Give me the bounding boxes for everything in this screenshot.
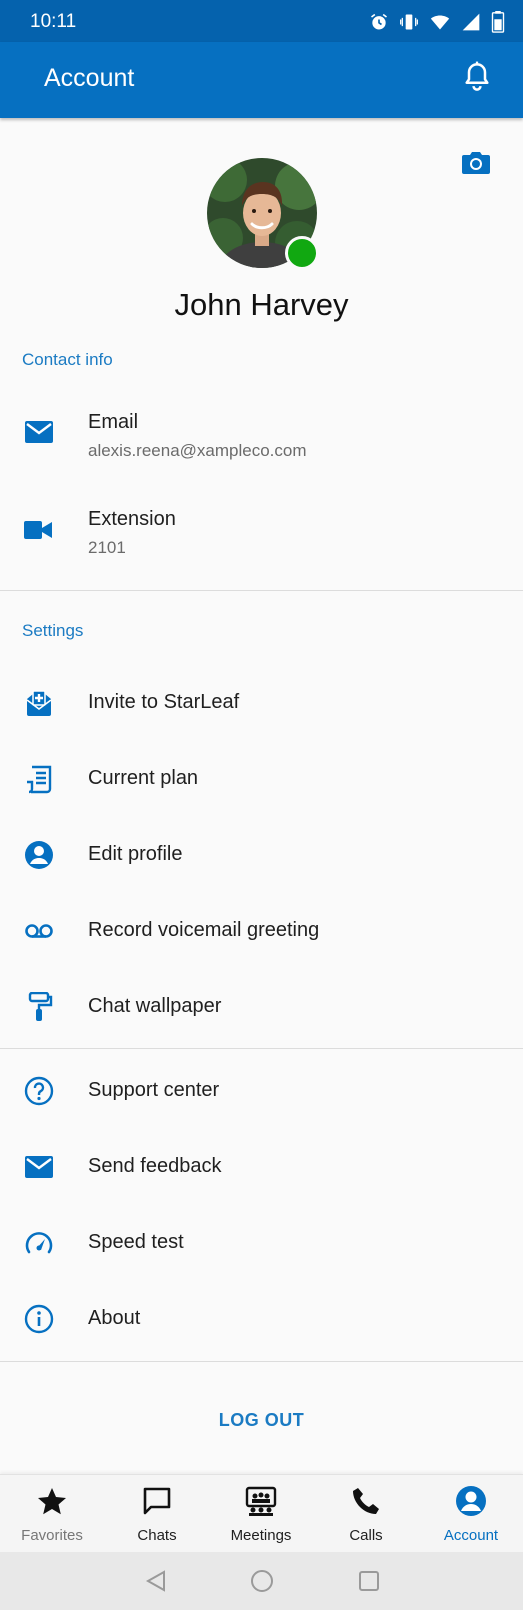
email-label: Email bbox=[88, 411, 139, 433]
extension-value: 2101 bbox=[88, 538, 126, 557]
star-icon bbox=[38, 1488, 66, 1515]
settings-header: Settings bbox=[22, 621, 84, 640]
info-icon bbox=[24, 1304, 54, 1334]
tab-label: Meetings bbox=[230, 1527, 292, 1544]
menu-item-label: Chat wallpaper bbox=[88, 995, 222, 1017]
person-icon bbox=[25, 841, 53, 869]
signal-icon bbox=[462, 13, 480, 31]
extension-label: Extension bbox=[88, 508, 176, 530]
invite-icon bbox=[26, 690, 52, 716]
contact-extension-item[interactable]: Extension 2101 bbox=[0, 495, 523, 577]
account-icon bbox=[456, 1486, 486, 1516]
menu-item-speed-test[interactable]: Speed test bbox=[0, 1207, 523, 1277]
email-icon bbox=[25, 421, 53, 443]
status-bar: 10:11 bbox=[0, 0, 523, 42]
contact-email-item[interactable]: Email alexis.reena@xampleco.com bbox=[0, 398, 523, 480]
home-icon[interactable] bbox=[250, 1569, 274, 1593]
menu-item-label: Edit profile bbox=[88, 843, 183, 865]
menu-item-support-center[interactable]: Support center bbox=[0, 1055, 523, 1125]
tab-label: Favorites bbox=[21, 1527, 83, 1544]
paint-roller-icon bbox=[28, 992, 53, 1021]
divider bbox=[0, 1048, 523, 1049]
notifications-bell-icon[interactable] bbox=[463, 61, 491, 93]
tab-account[interactable]: Account bbox=[419, 1475, 523, 1553]
menu-item-current-plan[interactable]: Current plan bbox=[0, 743, 523, 813]
chat-icon bbox=[143, 1487, 171, 1515]
tab-calls[interactable]: Calls bbox=[314, 1475, 418, 1553]
divider bbox=[0, 590, 523, 591]
menu-item-send-feedback[interactable]: Send feedback bbox=[0, 1131, 523, 1201]
status-icons bbox=[369, 11, 505, 33]
menu-item-invite-to-starleaf[interactable]: Invite to StarLeaf bbox=[0, 667, 523, 737]
tab-chats[interactable]: Chats bbox=[105, 1475, 209, 1553]
change-photo-camera-icon[interactable] bbox=[461, 150, 491, 176]
back-icon[interactable] bbox=[144, 1569, 168, 1593]
menu-item-record-voicemail-greeting[interactable]: Record voicemail greeting bbox=[0, 895, 523, 965]
wifi-icon bbox=[430, 15, 450, 30]
recents-icon[interactable] bbox=[357, 1569, 381, 1593]
bottom-nav: Favorites Chats Meetings Calls Account bbox=[0, 1474, 523, 1553]
menu-item-label: Support center bbox=[88, 1079, 220, 1101]
meetings-icon bbox=[245, 1486, 277, 1516]
menu-item-label: Invite to StarLeaf bbox=[88, 691, 240, 713]
menu-item-label: Current plan bbox=[88, 767, 199, 789]
menu-item-label: Speed test bbox=[88, 1231, 184, 1253]
tab-label: Account bbox=[443, 1527, 499, 1544]
contact-info-header: Contact info bbox=[22, 350, 113, 369]
speedometer-icon bbox=[25, 1232, 53, 1254]
menu-item-label: Record voicemail greeting bbox=[88, 919, 320, 941]
presence-status-indicator bbox=[285, 236, 319, 270]
user-name: John Harvey bbox=[174, 287, 349, 322]
tab-label: Chats bbox=[137, 1527, 177, 1544]
phone-icon bbox=[353, 1488, 379, 1514]
app-bar: Account bbox=[0, 42, 523, 118]
tab-favorites[interactable]: Favorites bbox=[0, 1475, 104, 1553]
battery-icon bbox=[491, 11, 505, 33]
divider bbox=[0, 1361, 523, 1362]
plan-icon bbox=[27, 765, 52, 794]
menu-item-edit-profile[interactable]: Edit profile bbox=[0, 819, 523, 889]
menu-item-label: Send feedback bbox=[88, 1155, 222, 1177]
system-nav-bar bbox=[0, 1552, 523, 1610]
voicemail-icon bbox=[25, 924, 53, 938]
menu-item-chat-wallpaper[interactable]: Chat wallpaper bbox=[0, 971, 523, 1041]
menu-item-about[interactable]: About bbox=[0, 1283, 523, 1353]
logout-button[interactable]: LOG OUT bbox=[0, 1410, 523, 1431]
page-title: Account bbox=[44, 64, 135, 92]
tab-label: Calls bbox=[349, 1527, 383, 1544]
email-icon bbox=[25, 1156, 53, 1178]
status-time: 10:11 bbox=[30, 11, 77, 32]
email-value: alexis.reena@xampleco.com bbox=[88, 441, 307, 460]
tab-meetings[interactable]: Meetings bbox=[209, 1475, 313, 1553]
menu-item-label: About bbox=[88, 1307, 141, 1329]
vibrate-icon bbox=[400, 14, 418, 30]
video-icon bbox=[24, 521, 52, 539]
help-icon bbox=[24, 1076, 54, 1106]
alarm-icon bbox=[371, 13, 387, 30]
